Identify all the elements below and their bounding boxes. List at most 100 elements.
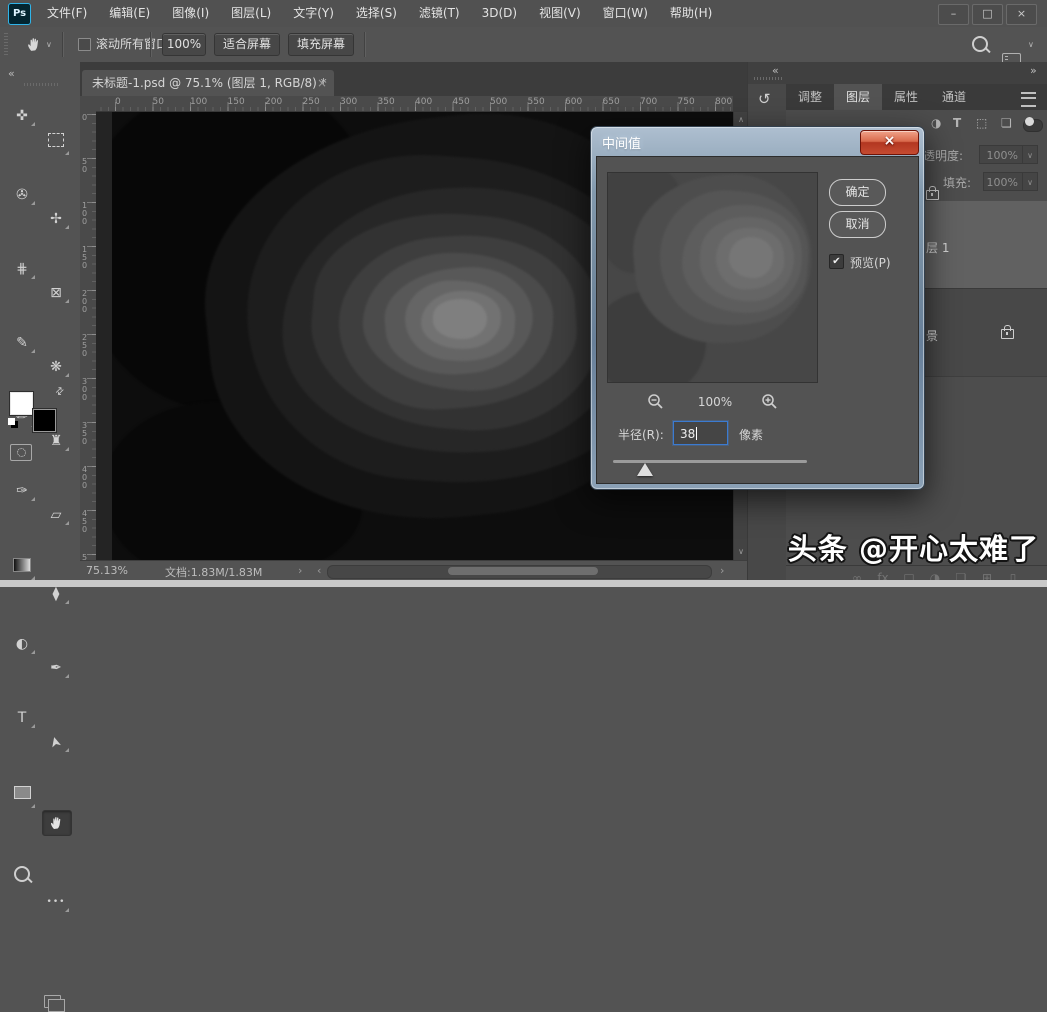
watermark: 头条 @开心太难了	[788, 526, 1039, 568]
tab-layers[interactable]: 图层	[834, 84, 882, 110]
filter-toggle[interactable]	[1023, 119, 1043, 132]
lasso-tool[interactable]: ✇	[8, 183, 36, 207]
tab-channels[interactable]: 通道	[930, 84, 978, 110]
window-bottom-strip	[0, 580, 1047, 587]
preview-label: 预览(P)	[850, 254, 891, 271]
expand-dock-icon[interactable]: »	[1030, 64, 1037, 77]
type-tool[interactable]: T	[8, 706, 36, 730]
background-color-swatch[interactable]	[33, 409, 56, 432]
chevron-down-icon[interactable]: ∨	[46, 40, 52, 49]
h-ruler-label-16: 800	[713, 96, 733, 111]
fill-chevron-icon[interactable]: ∨	[1023, 172, 1038, 191]
v-ruler-label-3: 150	[82, 244, 91, 288]
zoom-100-button[interactable]: 100%	[162, 33, 206, 56]
chevron-down-icon[interactable]: ∨	[1028, 40, 1034, 49]
tab-properties[interactable]: 属性	[882, 84, 930, 110]
fit-screen-button[interactable]: 适合屏幕	[214, 33, 280, 56]
quick-selection-tool[interactable]: ✢	[42, 207, 70, 231]
move-tool[interactable]: ✜	[8, 104, 36, 128]
menu-item-9[interactable]: 窗口(W)	[592, 0, 659, 27]
crop-tool[interactable]: ⋕	[8, 257, 36, 281]
horizontal-scrollbar-thumb[interactable]	[448, 567, 598, 575]
screen-mode-button[interactable]	[44, 995, 61, 1008]
scroll-right-icon[interactable]: ›	[720, 564, 724, 577]
filter-shape-icon[interactable]: ⬚	[976, 116, 987, 130]
ok-button[interactable]: 确定	[829, 179, 886, 206]
dodge-tool[interactable]: ◐	[8, 632, 36, 656]
path-selection-tool[interactable]: ➤	[42, 730, 70, 754]
foreground-color-swatch[interactable]	[10, 392, 33, 415]
scroll-up-icon[interactable]: ∧	[734, 114, 748, 126]
dialog-preview[interactable]	[607, 172, 818, 383]
layer-name: 景	[926, 327, 938, 344]
quick-mask-button[interactable]	[10, 444, 32, 461]
dialog-close-button[interactable]: ×	[860, 130, 919, 155]
document-tab-title: 未标题-1.psd @ 75.1% (图层 1, RGB/8) *	[82, 76, 327, 90]
window-close-button[interactable]: ×	[1006, 4, 1037, 25]
default-colors-icon[interactable]	[8, 418, 15, 425]
document-tab[interactable]: 未标题-1.psd @ 75.1% (图层 1, RGB/8) * ×	[82, 70, 334, 96]
scroll-left-icon[interactable]: ‹	[317, 564, 321, 577]
radius-slider-thumb[interactable]	[637, 463, 653, 476]
slice-tool[interactable]: ⊠	[42, 281, 70, 305]
h-ruler-label-0: 0	[113, 96, 151, 111]
filter-smart-object-icon[interactable]: ❏	[1001, 116, 1012, 130]
menu-item-4[interactable]: 文字(Y)	[282, 0, 345, 27]
eyedropper-tool[interactable]: ✎	[8, 331, 36, 355]
scroll-down-icon[interactable]: ∨	[734, 546, 748, 558]
menu-item-0[interactable]: 文件(F)	[36, 0, 98, 27]
radius-input[interactable]: 38	[673, 421, 728, 445]
panel-menu-icon[interactable]	[1021, 92, 1036, 107]
scroll-all-windows-checkbox[interactable]	[78, 38, 91, 51]
menu-item-5[interactable]: 选择(S)	[345, 0, 408, 27]
h-ruler-label-2: 100	[188, 96, 226, 111]
opacity-label: 透明度:	[923, 147, 963, 164]
status-arrow-icon[interactable]: ›	[298, 564, 302, 577]
eraser-tool[interactable]: ▱	[42, 503, 70, 527]
healing-brush-tool[interactable]: ❋	[42, 355, 70, 379]
hand-tool[interactable]	[42, 810, 72, 836]
swap-colors-icon[interactable]: ⇄	[53, 385, 67, 399]
h-ruler-label-14: 700	[638, 96, 676, 111]
menu-item-6[interactable]: 滤镜(T)	[408, 0, 471, 27]
filter-type-icon[interactable]: T	[953, 116, 961, 130]
menu-item-10[interactable]: 帮助(H)	[659, 0, 723, 27]
menu-item-8[interactable]: 视图(V)	[528, 0, 592, 27]
history-panel-icon[interactable]: ↺	[758, 90, 771, 108]
menu-item-3[interactable]: 图层(L)	[220, 0, 282, 27]
tab-close-icon[interactable]: ×	[317, 70, 327, 96]
history-brush-tool[interactable]: ✑	[8, 479, 36, 503]
gradient-tool[interactable]	[8, 558, 36, 582]
text-caret	[696, 427, 697, 440]
zoom-in-icon[interactable]	[761, 393, 778, 414]
fill-screen-button[interactable]: 填充屏幕	[288, 33, 354, 56]
status-bar: 75.13% 文档:1.83M/1.83M › ‹ ›	[80, 560, 747, 581]
zoom-out-icon[interactable]	[647, 393, 664, 414]
lock-icon[interactable]	[926, 190, 939, 200]
fill-value[interactable]: 100%	[983, 172, 1023, 191]
more-tools[interactable]: •••	[42, 890, 70, 914]
hand-tool-icon[interactable]	[26, 36, 43, 57]
opacity-chevron-icon[interactable]: ∨	[1023, 145, 1038, 164]
pen-tool[interactable]: ✒	[42, 656, 70, 680]
zoom-level[interactable]: 75.13%	[86, 564, 128, 577]
shape-tool[interactable]	[8, 786, 36, 810]
zoom-tool[interactable]	[8, 866, 36, 890]
stamp-tool[interactable]: ♜	[42, 429, 70, 453]
menu-item-2[interactable]: 图像(I)	[161, 0, 220, 27]
cancel-button[interactable]: 取消	[829, 211, 886, 238]
search-icon[interactable]	[972, 36, 988, 52]
tab-adjustments[interactable]: 调整	[786, 84, 834, 110]
collapse-dock-icon[interactable]: «	[772, 64, 779, 77]
menu-item-7[interactable]: 3D(D)	[471, 0, 528, 27]
radius-label: 半径(R):	[618, 426, 664, 443]
menu-item-1[interactable]: 编辑(E)	[98, 0, 161, 27]
horizontal-scrollbar[interactable]	[327, 565, 712, 579]
opacity-value[interactable]: 100%	[979, 145, 1023, 164]
marquee-tool[interactable]	[42, 133, 70, 157]
collapse-toolbar-icon[interactable]: «	[8, 67, 15, 80]
minimize-button[interactable]: –	[938, 4, 969, 25]
filter-adjustment-icon[interactable]: ◑	[931, 116, 941, 130]
maximize-button[interactable]: □	[972, 4, 1003, 25]
preview-checkbox[interactable]: ✔	[829, 254, 844, 269]
